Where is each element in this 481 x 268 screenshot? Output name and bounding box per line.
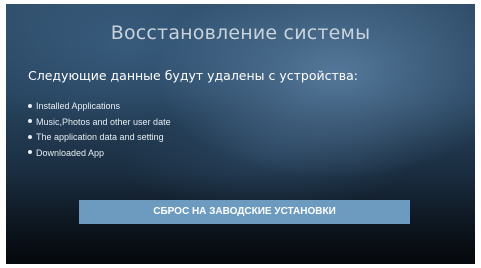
- page-title: Восстановление системы: [110, 22, 371, 44]
- list-item: Downloaded App: [28, 146, 171, 162]
- system-restore-screen: Восстановление системы Следующие данные …: [6, 4, 475, 264]
- warning-subtitle: Следующие данные будут удалены с устройс…: [28, 68, 359, 83]
- list-item-label: The application data and setting: [36, 132, 164, 142]
- bullet-dot-icon: [28, 103, 32, 108]
- bullet-dot-icon: [28, 150, 32, 155]
- data-to-delete-list: Installed Applications Music,Photos and …: [28, 99, 171, 161]
- list-item-label: Music,Photos and other user date: [36, 116, 171, 127]
- list-item: Installed Applications: [28, 99, 171, 115]
- list-item-label: Installed Applications: [36, 101, 121, 111]
- list-item-label: Downloaded App: [36, 147, 105, 158]
- bullet-dot-icon: [28, 134, 32, 139]
- list-item: Music,Photos and other user date: [28, 115, 171, 131]
- bullet-dot-icon: [28, 119, 32, 124]
- list-item: The application data and setting: [28, 130, 171, 146]
- factory-reset-button[interactable]: СБРОС НА ЗАВОДСКИЕ УСТАНОВКИ: [79, 200, 410, 224]
